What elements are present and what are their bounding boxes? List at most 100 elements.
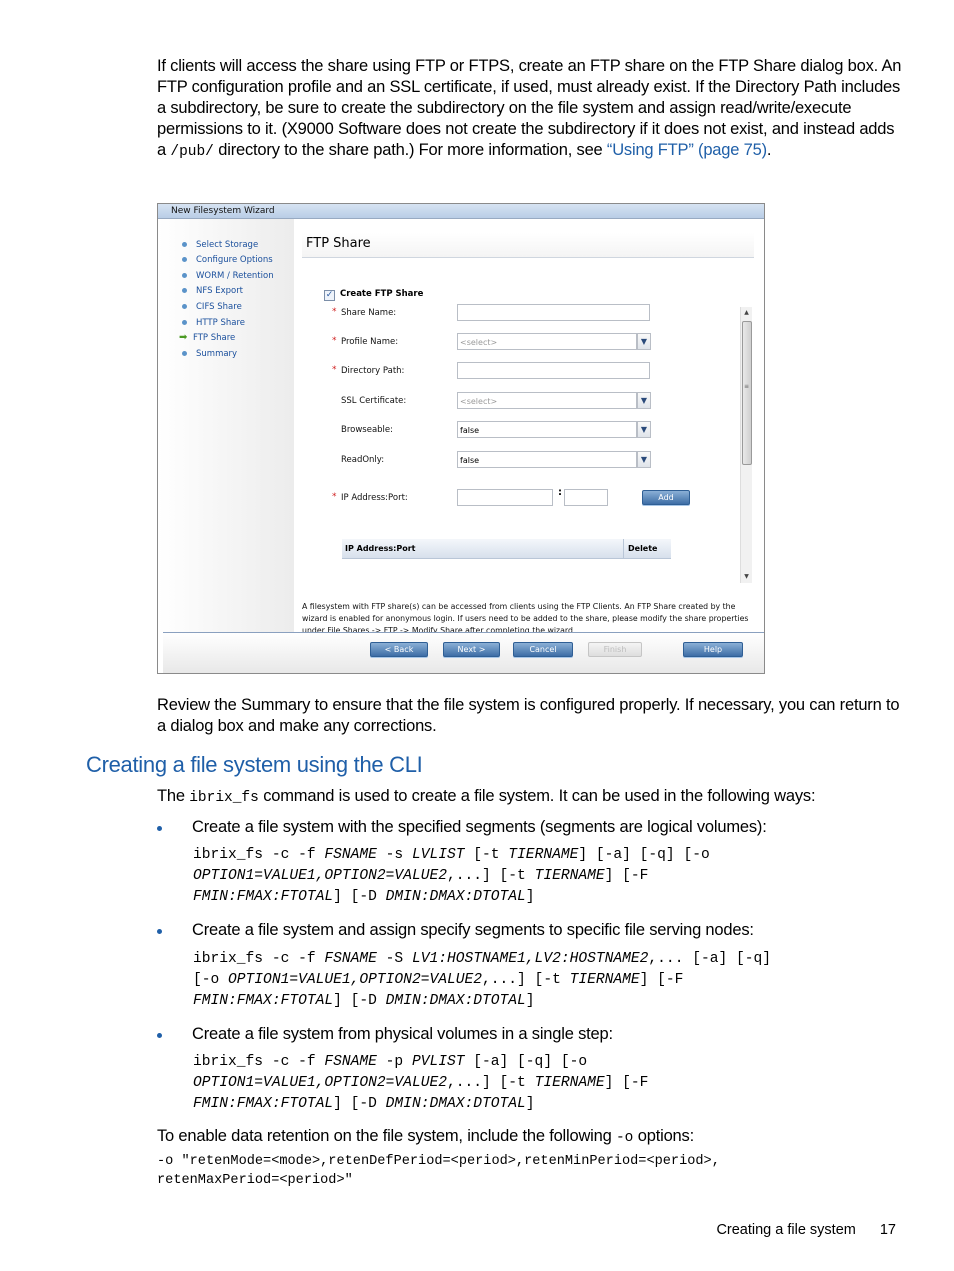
ip-port-table-header: IP Address:Port Delete: [342, 539, 671, 559]
code-line: -o "retenMode=<mode>,retenDefPeriod=<per…: [157, 1154, 720, 1169]
inline-code-o: -o: [615, 1130, 634, 1146]
profile-name-select[interactable]: <select>: [457, 333, 637, 350]
review-paragraph: Review the Summary to ensure that the fi…: [157, 696, 900, 735]
ip-address-port-label: IP Address:Port:: [341, 493, 408, 503]
form-scrollbar[interactable]: ▲ ≡ ▼: [740, 307, 752, 583]
page-number: 17: [879, 1222, 896, 1238]
ssl-certificate-label: SSL Certificate:: [341, 396, 407, 406]
bullet-icon: [157, 826, 162, 831]
step-label: NFS Export: [196, 286, 244, 296]
checkmark-icon: ✓: [325, 290, 334, 300]
readonly-label: ReadOnly:: [341, 455, 385, 465]
chevron-down-icon[interactable]: ▼: [637, 333, 651, 350]
step-label: WORM / Retention: [196, 271, 274, 281]
bullet-text: Create a file system with the specified …: [192, 818, 767, 836]
bullet-icon: [157, 929, 162, 934]
required-asterisk: *: [332, 307, 337, 317]
directory-path-label: Directory Path:: [341, 366, 405, 376]
chevron-down-icon[interactable]: ▼: [637, 421, 651, 438]
code-line: retenMaxPeriod=<period>": [157, 1173, 353, 1188]
create-ftp-share-label: Create FTP Share: [340, 289, 424, 299]
finish-button[interactable]: Finish: [588, 642, 642, 657]
retention-paragraph: To enable data retention on the file sys…: [157, 1126, 902, 1149]
bullet-icon: [157, 1033, 162, 1038]
bullet-text: Create a file system and assign specify …: [192, 921, 754, 939]
readonly-select[interactable]: false: [457, 451, 637, 468]
column-ip-address-port[interactable]: IP Address:Port: [345, 539, 416, 558]
wizard-button-bar: < Back Next > Cancel Finish Help: [163, 632, 764, 673]
profile-name-label: Profile Name:: [341, 337, 399, 347]
code-block-hostnames: ibrix_fs -c -f FSNAME -S LV1:HOSTNAME1,L…: [193, 951, 772, 1009]
help-button[interactable]: Help: [683, 642, 743, 657]
select-placeholder: <select>: [460, 397, 498, 406]
bullet-text: Create a file system from physical volum…: [192, 1025, 613, 1043]
cli-intro: The ibrix_fs command is used to create a…: [157, 786, 902, 809]
step-nfs-export[interactable]: NFS Export: [182, 284, 243, 298]
cli-intro-text: The: [157, 787, 190, 805]
intro-paragraph: If clients will access the share using F…: [157, 56, 902, 163]
scroll-up-arrow-icon[interactable]: ▲: [741, 307, 752, 319]
add-button[interactable]: Add: [642, 490, 690, 505]
cli-intro-text-cont: command is used to create a file system.…: [258, 787, 816, 805]
share-name-input[interactable]: [457, 304, 650, 321]
chevron-down-icon[interactable]: ▼: [637, 392, 651, 409]
page-footer: Creating a file system 17: [716, 1222, 896, 1238]
step-label: HTTP Share: [196, 318, 245, 328]
step-ftp-share-current[interactable]: ➡ FTP Share: [179, 331, 236, 345]
code-block-pvlist: ibrix_fs -c -f FSNAME -p PVLIST [-a] [-q…: [193, 1054, 649, 1112]
step-bullet-icon: [182, 351, 187, 356]
wizard-steps-sidebar: Select Storage Configure Options WORM / …: [158, 219, 294, 632]
share-name-label: Share Name:: [341, 308, 397, 318]
ftp-share-wizard-screenshot: New Filesystem Wizard Select Storage Con…: [157, 203, 765, 674]
step-bullet-icon: [182, 242, 187, 247]
back-button[interactable]: < Back: [370, 642, 428, 657]
footer-section-title: Creating a file system: [716, 1222, 856, 1238]
port-input[interactable]: [564, 489, 608, 506]
current-step-arrow-icon: ➡: [179, 332, 188, 343]
scrollbar-thumb[interactable]: ≡: [742, 321, 752, 465]
retention-text-cont: options:: [633, 1127, 694, 1145]
ip-port-separator: :: [558, 487, 562, 498]
step-label: FTP Share: [193, 333, 236, 343]
step-bullet-icon: [182, 257, 187, 262]
browseable-label: Browseable:: [341, 425, 394, 435]
step-label: Select Storage: [196, 240, 259, 250]
step-select-storage[interactable]: Select Storage: [182, 238, 258, 252]
step-summary[interactable]: Summary: [182, 347, 237, 361]
select-placeholder: <select>: [460, 338, 498, 347]
step-bullet-icon: [182, 288, 187, 293]
intro-text-cont: directory to the share path.) For more i…: [213, 141, 607, 159]
step-label: CIFS Share: [196, 302, 242, 312]
using-ftp-link[interactable]: “Using FTP” (page 75): [607, 141, 767, 159]
ftp-share-heading: FTP Share: [302, 233, 754, 258]
step-cifs-share[interactable]: CIFS Share: [182, 300, 242, 314]
retention-code-block: -o "retenMode=<mode>,retenDefPeriod=<per…: [157, 1152, 867, 1190]
grip-icon: ≡: [744, 383, 750, 390]
wizard-content: FTP Share ✓ Create FTP Share * Share Nam…: [294, 219, 764, 635]
scroll-down-arrow-icon[interactable]: ▼: [741, 571, 752, 583]
section-heading: Creating a file system using the CLI: [86, 752, 423, 777]
required-asterisk: *: [332, 365, 337, 375]
browseable-select[interactable]: false: [457, 421, 637, 438]
ssl-certificate-select[interactable]: <select>: [457, 392, 637, 409]
step-worm-retention[interactable]: WORM / Retention: [182, 269, 274, 283]
create-ftp-share-checkbox[interactable]: ✓: [324, 290, 335, 301]
retention-text: To enable data retention on the file sys…: [157, 1127, 616, 1145]
code-block-lvlist: ibrix_fs -c -f FSNAME -s LVLIST [-t TIER…: [193, 847, 710, 905]
wizard-title-bar: New Filesystem Wizard: [158, 204, 764, 219]
ip-address-input[interactable]: [457, 489, 553, 506]
period: .: [766, 141, 772, 159]
cancel-button[interactable]: Cancel: [513, 642, 573, 657]
step-bullet-icon: [182, 304, 187, 309]
next-button[interactable]: Next >: [443, 642, 500, 657]
step-http-share[interactable]: HTTP Share: [182, 316, 245, 330]
column-delete[interactable]: Delete: [623, 539, 675, 558]
step-label: Configure Options: [196, 255, 273, 265]
chevron-down-icon[interactable]: ▼: [637, 451, 651, 468]
directory-path-input[interactable]: [457, 362, 650, 379]
required-asterisk: *: [332, 336, 337, 346]
required-asterisk: *: [332, 492, 337, 502]
inline-code-pub: /pub/: [170, 144, 214, 160]
step-configure-options[interactable]: Configure Options: [182, 253, 273, 267]
inline-code-ibrix-fs: ibrix_fs: [189, 790, 259, 806]
